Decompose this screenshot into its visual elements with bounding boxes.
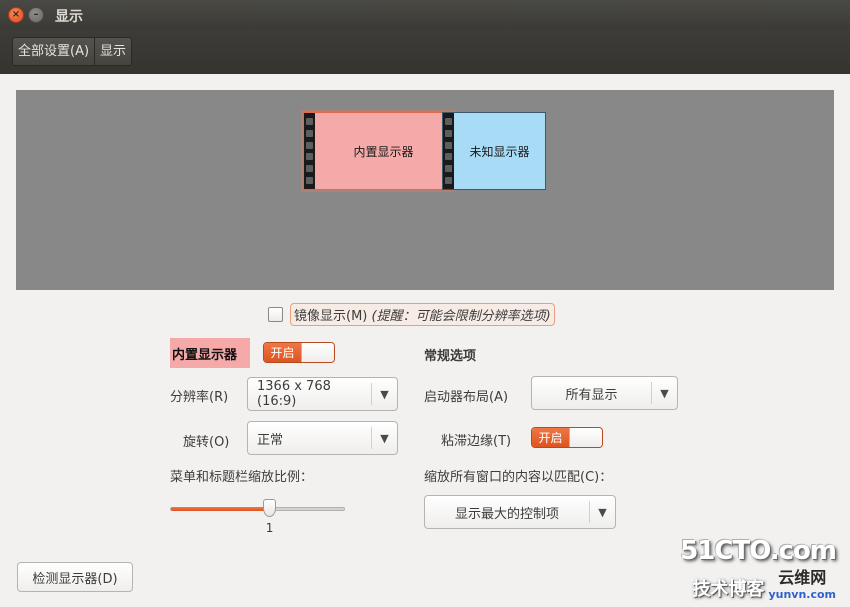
watermark-blog: 技术博客 bbox=[692, 579, 765, 600]
sticky-edges-label: 粘滞边缘(T) bbox=[441, 434, 512, 449]
window-title: 显示 bbox=[55, 9, 83, 25]
general-options-title: 常规选项 bbox=[424, 349, 477, 364]
rotation-value: 正常 bbox=[257, 432, 284, 448]
switch-knob bbox=[569, 428, 602, 447]
mirror-label-text: 镜像显示(M) bbox=[294, 308, 368, 324]
toolbar: 全部设置(A) 显示 bbox=[0, 30, 850, 74]
watermark-url: yunvn.com bbox=[768, 588, 836, 601]
mirror-checkbox[interactable] bbox=[268, 306, 283, 322]
rotation-label: 旋转(O) bbox=[183, 435, 230, 450]
breadcrumb-all-settings[interactable]: 全部设置(A) bbox=[13, 38, 94, 65]
title-bar: × – 显示 bbox=[0, 0, 850, 30]
scale-label: 菜单和标题栏缩放比例： bbox=[170, 470, 314, 485]
fit-content-value: 显示最大的控制项 bbox=[454, 506, 559, 522]
watermark-site: 云维网 bbox=[778, 568, 827, 587]
detect-displays-button[interactable]: 检测显示器(D) bbox=[17, 562, 133, 592]
watermark-51cto: 51CTO.com bbox=[680, 536, 837, 566]
close-icon[interactable]: × bbox=[8, 7, 24, 23]
builtin-monitor[interactable]: 内置显示器 bbox=[303, 112, 453, 190]
mirror-hint: (提醒：可能会限制分辨率选项) bbox=[371, 308, 551, 324]
launcher-label: 启动器布局(A) bbox=[424, 390, 509, 405]
scale-slider-handle[interactable] bbox=[262, 499, 276, 517]
breadcrumb-display[interactable]: 显示 bbox=[94, 38, 131, 65]
builtin-monitor-label: 内置显示器 bbox=[353, 144, 414, 159]
sticky-edges-switch[interactable]: 开启 bbox=[531, 427, 603, 448]
minimize-icon[interactable]: – bbox=[28, 7, 44, 23]
switch-knob bbox=[301, 343, 334, 362]
launcher-combo[interactable]: 所有显示 ▼ bbox=[531, 376, 678, 410]
switch-on-label: 开启 bbox=[532, 428, 569, 447]
scale-slider-fill bbox=[171, 507, 271, 511]
film-strip-icon bbox=[304, 113, 315, 189]
chevron-down-icon: ▼ bbox=[651, 382, 677, 404]
monitor-arrangement-area[interactable]: 内置显示器 未知显示器 bbox=[16, 90, 834, 290]
chevron-down-icon: ▼ bbox=[371, 383, 397, 405]
resolution-combo[interactable]: 1366 x 768 (16:9) ▼ bbox=[247, 377, 398, 411]
unknown-monitor[interactable]: 未知显示器 bbox=[442, 112, 546, 190]
chevron-down-icon: ▼ bbox=[589, 501, 615, 523]
breadcrumb: 全部设置(A) 显示 bbox=[12, 37, 133, 66]
resolution-value: 1366 x 768 (16:9) bbox=[257, 379, 331, 409]
unknown-monitor-label: 未知显示器 bbox=[469, 144, 530, 159]
mirror-row: 镜像显示(M) (提醒：可能会限制分辨率选项) bbox=[268, 302, 555, 326]
fit-content-combo[interactable]: 显示最大的控制项 ▼ bbox=[424, 495, 616, 529]
display-on-switch[interactable]: 开启 bbox=[263, 342, 335, 363]
resolution-label: 分辨率(R) bbox=[170, 390, 229, 405]
switch-on-label: 开启 bbox=[264, 343, 301, 362]
mirror-label[interactable]: 镜像显示(M) (提醒：可能会限制分辨率选项) bbox=[290, 302, 555, 326]
display-name: 内置显示器 bbox=[170, 338, 250, 368]
film-strip-icon bbox=[443, 113, 454, 189]
chevron-down-icon: ▼ bbox=[371, 427, 397, 449]
rotation-combo[interactable]: 正常 ▼ bbox=[247, 421, 398, 455]
fit-content-label: 缩放所有窗口的内容以匹配(C)： bbox=[424, 470, 613, 485]
scale-slider[interactable] bbox=[170, 507, 345, 511]
scale-value: 1 bbox=[265, 521, 274, 535]
launcher-value: 所有显示 bbox=[565, 387, 618, 403]
watermark: 51CTO.com 技术博客 云维网 yunvn.com bbox=[680, 536, 837, 601]
